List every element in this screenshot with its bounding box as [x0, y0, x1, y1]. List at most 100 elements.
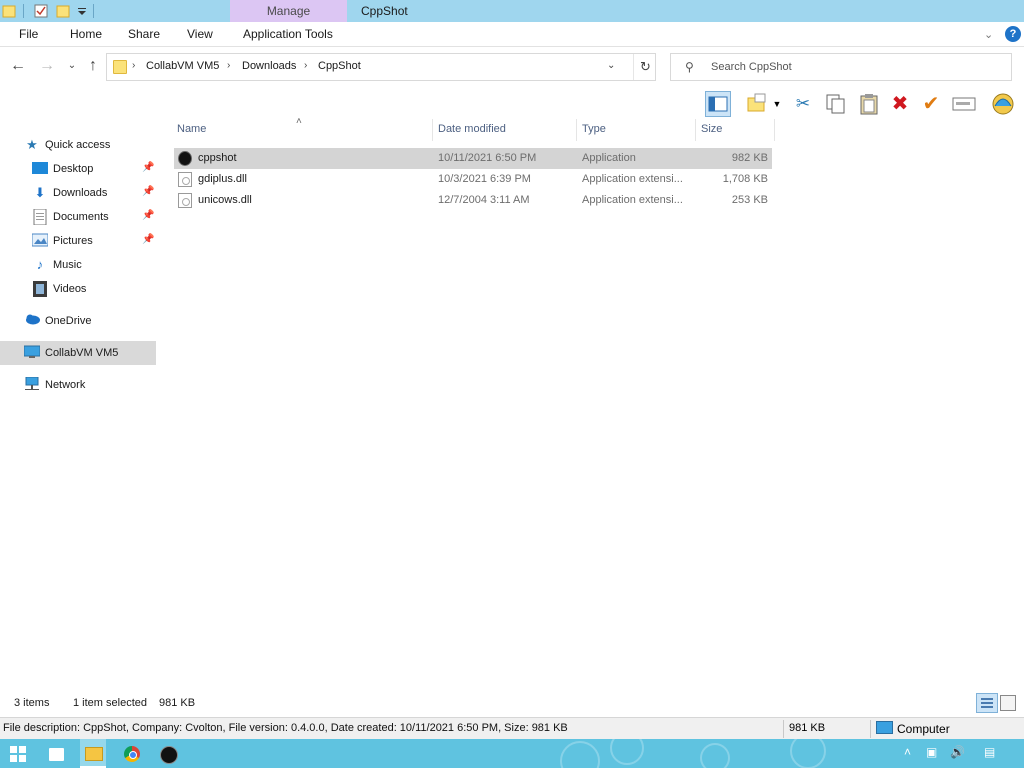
new-folder-dropdown-icon[interactable]: ▼ [770, 91, 784, 117]
help-icon[interactable]: ? [1005, 26, 1021, 42]
shell-icon[interactable] [990, 91, 1016, 117]
network-tray-icon[interactable]: ▣ [926, 745, 937, 759]
details-divider [783, 720, 784, 738]
tab-view[interactable]: View [187, 22, 213, 46]
windows-start-icon[interactable] [8, 743, 30, 765]
column-divider[interactable] [432, 119, 433, 141]
address-bar[interactable]: › CollabVM VM5 › Downloads › CppShot ⌄ ↻ [106, 53, 656, 81]
column-divider[interactable] [695, 119, 696, 141]
large-icons-view-button[interactable] [1000, 695, 1016, 711]
breadcrumb-cppshot[interactable]: CppShot [318, 60, 361, 72]
details-bar: File description: CppShot, Company: Cvol… [0, 717, 1024, 739]
properties-icon[interactable] [33, 3, 49, 19]
download-icon: ⬇ [34, 185, 46, 200]
column-header-name[interactable]: Name [177, 123, 206, 135]
folder-icon[interactable] [2, 3, 18, 19]
sidebar-item-music[interactable]: ♪ Music [0, 253, 156, 277]
file-description: File description: CppShot, Company: Cvol… [3, 722, 568, 734]
folder-icon [113, 60, 127, 74]
refresh-icon[interactable]: ↻ [633, 54, 657, 80]
back-arrow-icon[interactable]: ← [9, 57, 27, 75]
recent-locations-icon[interactable]: ⌄ [63, 57, 81, 75]
sidebar-item-onedrive[interactable]: OneDrive [0, 309, 156, 333]
copy-icon[interactable] [823, 91, 849, 117]
sidebar-item-collabvm[interactable]: CollabVM VM5 [0, 341, 156, 365]
status-bar: 3 items 1 item selected 981 KB [0, 689, 1024, 717]
column-header-type[interactable]: Type [582, 123, 606, 135]
document-icon [32, 208, 48, 226]
tab-file[interactable]: File [19, 22, 38, 46]
volume-icon[interactable]: 🔊 [950, 745, 965, 759]
breadcrumb-separator[interactable]: › [132, 60, 135, 71]
dll-file-icon [178, 193, 192, 208]
wallpaper-decoration [790, 739, 826, 768]
breadcrumb-collabvm[interactable]: CollabVM VM5 [146, 60, 219, 72]
sort-ascending-icon: ˄ [296, 116, 302, 127]
file-type: Application extensi... [582, 173, 683, 185]
file-name: cppshot [198, 152, 237, 164]
pin-icon[interactable]: 📌 [142, 186, 154, 197]
tab-home[interactable]: Home [70, 22, 102, 46]
sidebar-item-quick-access[interactable]: ★ Quick access [0, 133, 156, 157]
cut-icon[interactable]: ✂ [790, 91, 816, 117]
column-header-size[interactable]: Size [701, 123, 722, 135]
sidebar-item-downloads[interactable]: ⬇ Downloads 📌 [0, 181, 156, 205]
delete-icon[interactable]: ✖ [887, 91, 913, 117]
pin-icon[interactable]: 📌 [142, 162, 154, 173]
file-row-gdiplus[interactable]: gdiplus.dll 10/3/2021 6:39 PM Applicatio… [174, 169, 772, 190]
chevron-up-icon[interactable]: ˄ [904, 745, 911, 759]
sidebar-item-documents[interactable]: Documents 📌 [0, 205, 156, 229]
up-arrow-icon[interactable]: ↑ [84, 57, 102, 75]
pin-icon[interactable]: 📌 [142, 234, 154, 245]
file-date: 10/3/2021 6:39 PM [438, 173, 531, 185]
file-name: unicows.dll [198, 194, 252, 206]
file-size: 1,708 KB [722, 173, 768, 185]
new-folder-icon[interactable] [56, 3, 72, 19]
column-header-date[interactable]: Date modified [438, 123, 506, 135]
sidebar-item-pictures[interactable]: Pictures 📌 [0, 229, 156, 253]
breadcrumb-downloads[interactable]: Downloads [242, 60, 296, 72]
wallpaper-decoration [610, 739, 644, 765]
store-icon[interactable] [46, 743, 68, 765]
column-divider[interactable] [576, 119, 577, 141]
star-icon: ★ [26, 137, 38, 152]
file-explorer-icon[interactable] [80, 739, 106, 768]
title-bar: Manage CppShot [0, 0, 1024, 22]
sidebar-item-label: Quick access [45, 139, 111, 151]
details-view-button[interactable] [976, 693, 998, 713]
sidebar-item-desktop[interactable]: Desktop 📌 [0, 157, 156, 181]
tab-application-tools[interactable]: Application Tools [243, 22, 333, 46]
sidebar-item-network[interactable]: Network [0, 373, 156, 397]
tab-manage[interactable]: Manage [230, 0, 347, 22]
notification-icon[interactable]: ▤ [984, 745, 995, 759]
cloud-icon [24, 313, 40, 329]
chevron-down-icon[interactable]: ⌄ [607, 60, 615, 71]
chrome-icon[interactable] [121, 743, 143, 765]
pin-icon[interactable]: 📌 [142, 210, 154, 221]
sidebar-item-label: Downloads [53, 187, 108, 199]
breadcrumb-separator[interactable]: › [227, 60, 230, 71]
column-divider[interactable] [774, 119, 775, 141]
selection-count: 1 item selected [73, 697, 147, 709]
layout-pane-icon[interactable] [705, 91, 731, 117]
sidebar-item-videos[interactable]: Videos [0, 277, 156, 301]
breadcrumb-separator[interactable]: › [304, 60, 307, 71]
check-icon[interactable]: ✔ [918, 91, 944, 117]
cppshot-icon[interactable] [157, 743, 179, 765]
paste-icon[interactable] [856, 91, 882, 117]
network-icon [24, 376, 40, 393]
customize-qat-icon[interactable] [74, 3, 90, 19]
search-input[interactable]: ⚲ Search CppShot [670, 53, 1012, 81]
chevron-down-icon[interactable]: ⌄ [984, 28, 993, 41]
file-type: Application extensi... [582, 194, 683, 206]
file-name: gdiplus.dll [198, 173, 247, 185]
sidebar-item-label: CollabVM VM5 [45, 347, 119, 359]
toolbar: ▼ ✂ ✖ ✔ [0, 87, 1024, 119]
forward-arrow-icon[interactable]: → [38, 57, 56, 75]
rename-icon[interactable] [951, 91, 977, 117]
new-folder-icon[interactable] [744, 91, 770, 117]
file-row-unicows[interactable]: unicows.dll 12/7/2004 3:11 AM Applicatio… [174, 190, 772, 211]
tab-share[interactable]: Share [128, 22, 160, 46]
file-row-cppshot[interactable]: cppshot 10/11/2021 6:50 PM Application 9… [174, 148, 772, 169]
application-icon [178, 151, 192, 166]
